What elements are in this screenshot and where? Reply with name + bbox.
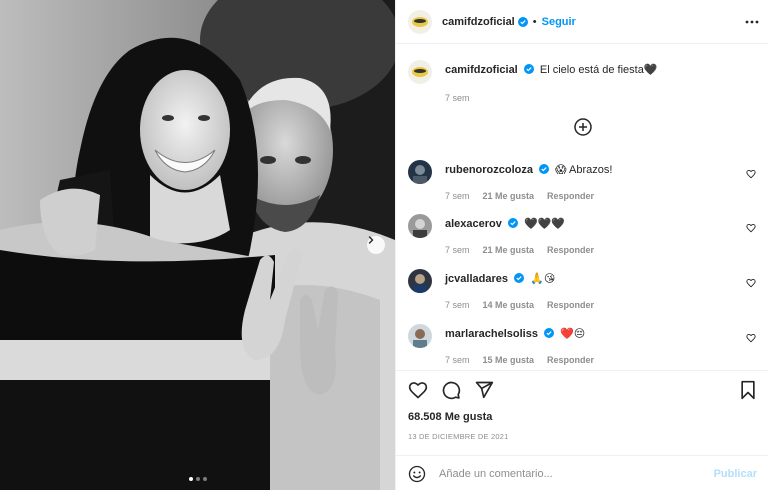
avatar-image [408, 269, 432, 293]
heart-icon[interactable] [746, 223, 756, 233]
avatar-image [408, 214, 432, 238]
post-photo[interactable] [0, 0, 395, 490]
post-actions: 68.508 Me gusta 13 DE DICIEMBRE DE 2021 … [396, 370, 768, 490]
commenter-username[interactable]: alexacerov [445, 218, 502, 230]
post-side-panel: camifdzoficial • Seguir camifdzoficial E… [395, 0, 768, 490]
comment-time[interactable]: 7 sem [445, 353, 470, 367]
comment-likes[interactable]: 21 Me gusta [483, 189, 535, 203]
verified-badge-icon [539, 164, 550, 174]
verified-badge-icon [523, 64, 534, 74]
commenter-avatar[interactable] [408, 269, 432, 293]
comments-section[interactable]: camifdzoficial El cielo está de fiesta🖤 … [396, 44, 768, 369]
carousel-dots [0, 477, 395, 481]
next-photo-button[interactable] [367, 236, 385, 254]
commenter-avatar[interactable] [408, 324, 432, 348]
reply-button[interactable]: Responder [547, 353, 594, 367]
separator-dot: • [532, 15, 537, 28]
avatar-image [408, 324, 432, 348]
like-heart-icon[interactable] [408, 380, 428, 400]
post-caption: camifdzoficial El cielo está de fiesta🖤 … [408, 60, 658, 105]
post-header: camifdzoficial • Seguir [396, 0, 768, 44]
comment-text: ❤️😔 [560, 328, 586, 340]
follow-button[interactable]: Seguir [542, 16, 576, 28]
carousel-dot [202, 477, 207, 481]
avatar-image [408, 9, 432, 34]
comment-text: 😱 Abrazos! [555, 164, 613, 176]
reply-button[interactable]: Responder [547, 298, 594, 312]
comment-item: rubenorozcoloza 😱 Abrazos! 7 sem 21 Me g… [408, 160, 758, 203]
carousel-dot [188, 477, 193, 481]
chevron-right-icon [368, 236, 374, 244]
author-username[interactable]: camifdzoficial [442, 16, 515, 28]
verified-badge-icon [507, 218, 518, 228]
author-avatar[interactable] [408, 60, 432, 84]
caption-time[interactable]: 7 sem [445, 91, 658, 105]
commenter-username[interactable]: rubenorozcoloza [445, 164, 533, 176]
emoji-smiley-icon[interactable] [408, 465, 426, 483]
comment-likes[interactable]: 14 Me gusta [483, 298, 535, 312]
reply-button[interactable]: Responder [547, 189, 594, 203]
verified-badge-icon [514, 273, 525, 283]
comment-bubble-icon[interactable] [441, 380, 461, 400]
verified-badge-icon [544, 328, 555, 338]
comment-time[interactable]: 7 sem [445, 298, 470, 312]
instagram-post-view: camifdzoficial • Seguir camifdzoficial E… [0, 0, 768, 490]
avatar-image [408, 160, 432, 184]
caption-username[interactable]: camifdzoficial [445, 64, 518, 76]
heart-icon[interactable] [746, 333, 756, 343]
comment-input[interactable] [439, 467, 709, 480]
avatar-image [408, 60, 432, 84]
comment-likes[interactable]: 21 Me gusta [483, 243, 535, 257]
more-options-icon[interactable] [745, 16, 759, 28]
share-send-icon[interactable] [474, 380, 494, 400]
commenter-avatar[interactable] [408, 160, 432, 184]
publish-button[interactable]: Publicar [714, 468, 757, 480]
add-comment-bar: Publicar [396, 455, 768, 490]
comment-item: alexacerov 🖤🖤🖤 7 sem 21 Me gusta Respond… [408, 214, 758, 257]
carousel-dot [195, 477, 200, 481]
photo-image [0, 0, 395, 490]
comment-time[interactable]: 7 sem [445, 243, 470, 257]
heart-icon[interactable] [746, 169, 756, 179]
commenter-username[interactable]: jcvalladares [445, 273, 508, 285]
comment-item: jcvalladares 🙏😘 7 sem 14 Me gusta Respon… [408, 269, 758, 312]
heart-icon[interactable] [746, 278, 756, 288]
comment-text: 🖤🖤🖤 [524, 218, 566, 230]
comment-item: marlarachelsoliss ❤️😔 7 sem 15 Me gusta … [408, 324, 758, 367]
plus-circle-icon[interactable] [574, 118, 592, 136]
bookmark-save-icon[interactable] [739, 380, 757, 400]
reply-button[interactable]: Responder [547, 243, 594, 257]
commenter-username[interactable]: marlarachelsoliss [445, 328, 538, 340]
commenter-avatar[interactable] [408, 214, 432, 238]
comment-time[interactable]: 7 sem [445, 189, 470, 203]
verified-badge-icon [517, 16, 528, 27]
caption-text: El cielo está de fiesta🖤 [539, 64, 658, 76]
comment-text: 🙏😘 [530, 273, 556, 285]
post-date[interactable]: 13 DE DICIEMBRE DE 2021 [408, 432, 508, 441]
author-avatar[interactable] [408, 9, 432, 34]
likes-count[interactable]: 68.508 Me gusta [408, 411, 492, 423]
comment-likes[interactable]: 15 Me gusta [483, 353, 535, 367]
